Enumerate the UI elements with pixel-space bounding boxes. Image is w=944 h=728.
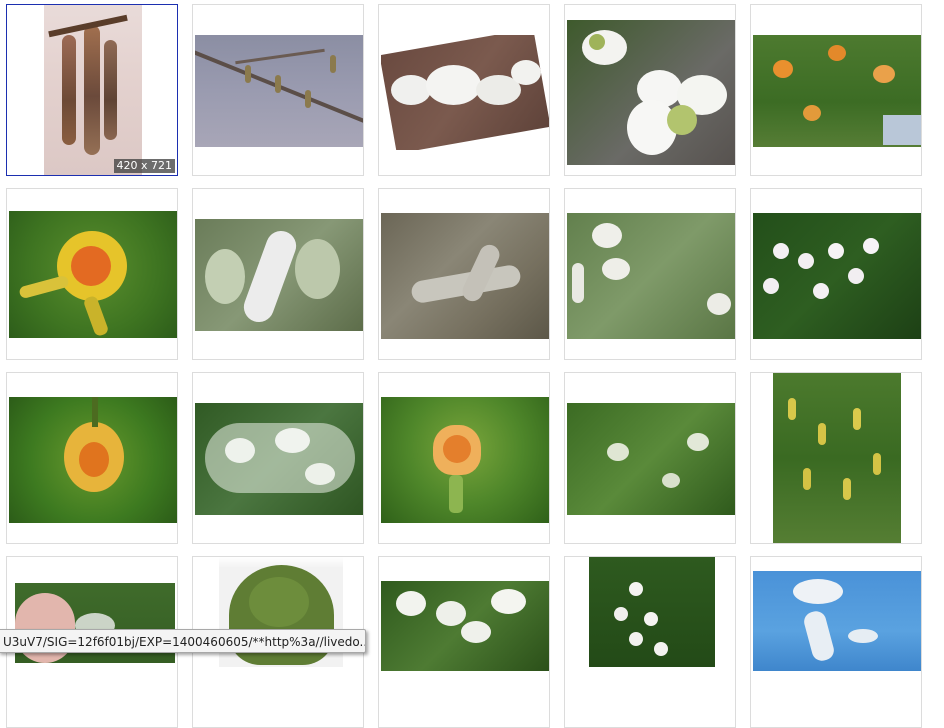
thumbnail-result[interactable] xyxy=(750,188,922,360)
thumbnail-image xyxy=(381,35,549,150)
thumbnail-image xyxy=(567,403,735,515)
thumbnail-result[interactable] xyxy=(378,4,550,176)
thumbnail-image xyxy=(195,219,363,331)
thumbnail-image xyxy=(381,397,549,523)
thumbnail-image xyxy=(195,35,363,147)
thumbnail-result[interactable] xyxy=(564,372,736,544)
thumbnail-image xyxy=(773,373,901,543)
thumbnail-image xyxy=(9,397,177,523)
thumbnail-result[interactable] xyxy=(564,4,736,176)
thumbnail-result[interactable] xyxy=(378,556,550,728)
thumbnail-result[interactable] xyxy=(192,372,364,544)
thumbnail-result[interactable]: 420 x 721 xyxy=(6,4,178,176)
thumbnail-image xyxy=(195,403,363,515)
thumbnail-result[interactable] xyxy=(378,188,550,360)
thumbnail-image xyxy=(753,571,921,671)
thumbnail-result[interactable] xyxy=(378,372,550,544)
thumbnail-image xyxy=(567,20,735,165)
thumbnail-result[interactable] xyxy=(564,188,736,360)
link-url-tooltip: U3uV7/SIG=12f6f01bj/EXP=1400460605/**htt… xyxy=(0,629,366,653)
thumbnail-result[interactable] xyxy=(564,556,736,728)
thumbnail-image xyxy=(381,213,549,339)
thumbnail-image xyxy=(753,35,921,147)
thumbnail-result[interactable] xyxy=(750,556,922,728)
thumbnail-image xyxy=(44,5,142,175)
thumbnail-result[interactable] xyxy=(192,188,364,360)
thumbnail-image xyxy=(589,557,715,667)
thumbnail-image xyxy=(753,213,921,339)
thumbnail-image xyxy=(9,211,177,338)
thumbnail-image xyxy=(567,213,735,339)
thumbnail-result[interactable] xyxy=(750,4,922,176)
thumbnail-result[interactable] xyxy=(750,372,922,544)
thumbnail-result[interactable] xyxy=(6,188,178,360)
thumbnail-result[interactable] xyxy=(6,372,178,544)
thumbnail-result[interactable] xyxy=(192,4,364,176)
image-results-grid: 420 x 721 xyxy=(0,0,944,728)
image-size-badge: 420 x 721 xyxy=(113,159,175,173)
